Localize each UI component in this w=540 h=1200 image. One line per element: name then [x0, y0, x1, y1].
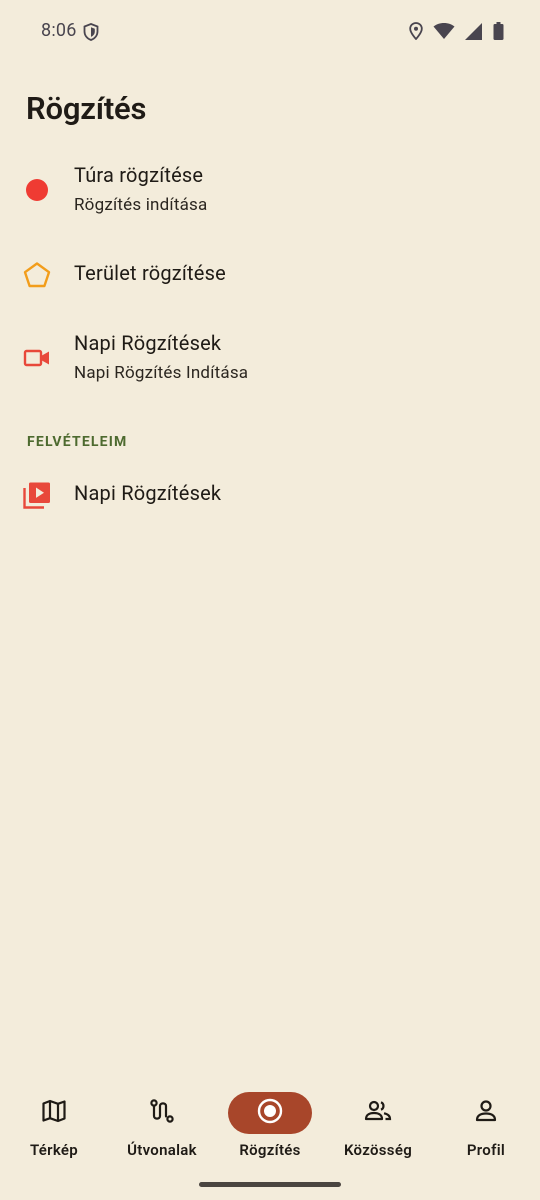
signal-icon	[465, 22, 483, 44]
record-area-item[interactable]: Terület rögzítése	[0, 240, 540, 310]
nav-record[interactable]: Rögzítés	[216, 1082, 324, 1172]
item-subtitle: Rögzítés indítása	[74, 195, 208, 215]
nav-community[interactable]: Közösség	[324, 1082, 432, 1172]
daily-recordings-item[interactable]: Napi Rögzítések Napi Rögzítés Indítása	[0, 318, 540, 400]
nav-label: Térkép	[29, 1141, 79, 1159]
nav-label: Rögzítés	[239, 1141, 301, 1159]
item-title: Terület rögzítése	[74, 261, 226, 285]
map-icon	[41, 1098, 67, 1128]
people-icon	[364, 1098, 392, 1128]
status-time: 8:06	[41, 20, 77, 41]
nav-routes[interactable]: Útvonalak	[108, 1082, 216, 1172]
section-header-my-recordings: FELVÉTELEIM	[27, 434, 128, 450]
item-title: Napi Rögzítések	[74, 331, 222, 355]
battery-icon	[493, 22, 504, 44]
page-title: Rögzítés	[26, 90, 147, 127]
route-icon	[149, 1098, 175, 1128]
nav-label: Közösség	[343, 1141, 413, 1159]
record-tour-item[interactable]: Túra rögzítése Rögzítés indítása	[0, 150, 540, 230]
item-subtitle: Napi Rögzítés Indítása	[74, 363, 249, 383]
home-indicator[interactable]	[199, 1182, 341, 1187]
record-icon	[256, 1097, 284, 1129]
shield-icon	[83, 23, 99, 45]
location-icon	[409, 22, 423, 44]
record-dot-icon	[22, 175, 52, 205]
wifi-icon	[433, 23, 455, 43]
nav-label: Profil	[466, 1141, 506, 1159]
my-daily-recordings-item[interactable]: Napi Rögzítések	[0, 462, 540, 528]
person-icon	[473, 1098, 499, 1128]
pentagon-icon	[22, 260, 52, 290]
nav-map[interactable]: Térkép	[0, 1082, 108, 1172]
item-title: Napi Rögzítések	[74, 481, 222, 505]
video-library-icon	[22, 480, 52, 510]
nav-label: Útvonalak	[127, 1141, 197, 1159]
video-camera-icon	[22, 343, 52, 373]
nav-profile[interactable]: Profil	[432, 1082, 540, 1172]
status-bar: 8:06	[0, 0, 540, 64]
item-title: Túra rögzítése	[74, 163, 204, 187]
